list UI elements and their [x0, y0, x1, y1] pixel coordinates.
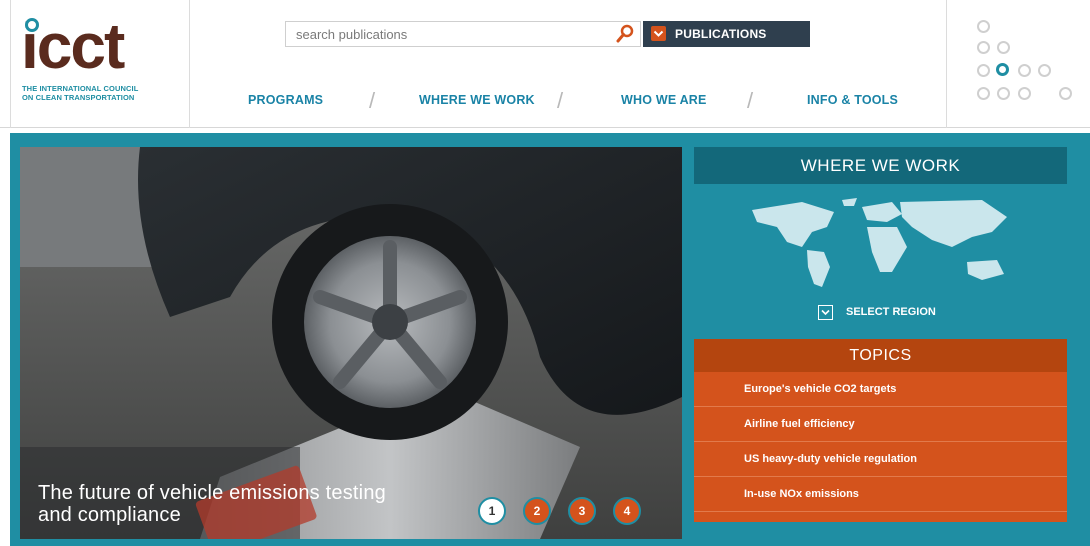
dot-icon: [1038, 64, 1051, 77]
logo-dot-icon: [25, 18, 39, 32]
nav-separator: /: [369, 88, 376, 113]
dot-icon: [977, 41, 990, 54]
site-header: icct THE INTERNATIONAL COUNCIL ON CLEAN …: [0, 0, 1090, 128]
nav-separator: /: [747, 88, 754, 113]
main-content: The future of vehicle emissions testing …: [10, 133, 1090, 546]
slide-button-1[interactable]: 1: [478, 497, 506, 525]
decorative-dots: [946, 0, 1090, 128]
dot-icon: [1059, 87, 1072, 100]
search-icon[interactable]: [614, 24, 636, 44]
search-box: [285, 21, 641, 47]
dot-icon: [977, 64, 990, 77]
slide-button-2[interactable]: 2: [523, 497, 551, 525]
logo-subtitle: THE INTERNATIONAL COUNCIL ON CLEAN TRANS…: [22, 84, 192, 102]
world-map-icon[interactable]: [742, 192, 1016, 292]
logo-subtitle-line1: THE INTERNATIONAL COUNCIL: [22, 84, 139, 93]
topics-panel: TOPICS Europe's vehicle CO2 targets Airl…: [694, 339, 1067, 522]
hero-caption-line1: The future of vehicle emissions testing: [38, 482, 386, 504]
publications-label: PUBLICATIONS: [675, 27, 767, 41]
search-input[interactable]: [286, 22, 616, 46]
hero-image: [20, 147, 682, 539]
topic-link[interactable]: Airline fuel efficiency: [694, 407, 1067, 442]
dot-icon: [977, 87, 990, 100]
nav-info-tools[interactable]: INFO & TOOLS: [807, 93, 898, 107]
dot-icon: [977, 20, 990, 33]
nav-who-we-are[interactable]: WHO WE ARE: [621, 93, 707, 107]
topic-link[interactable]: In-use NOx emissions: [694, 477, 1067, 512]
nav-where-we-work[interactable]: WHERE WE WORK: [419, 93, 535, 107]
chevron-down-icon: [651, 26, 666, 41]
logo[interactable]: icct THE INTERNATIONAL COUNCIL ON CLEAN …: [10, 0, 190, 128]
dot-icon: [1018, 87, 1031, 100]
dot-icon: [997, 41, 1010, 54]
nav-programs[interactable]: PROGRAMS: [248, 93, 323, 107]
hero-caption-line2: and compliance: [38, 504, 181, 526]
select-region-label: SELECT REGION: [846, 306, 936, 318]
chevron-down-icon: [818, 305, 833, 320]
dot-active-icon: [996, 63, 1009, 76]
logo-subtitle-line2: ON CLEAN TRANSPORTATION: [22, 93, 135, 102]
slide-button-4[interactable]: 4: [613, 497, 641, 525]
nav-separator: /: [557, 88, 564, 113]
topics-title: TOPICS: [694, 339, 1067, 372]
topic-link[interactable]: US heavy-duty vehicle regulation: [694, 442, 1067, 477]
dot-icon: [997, 87, 1010, 100]
slide-button-3[interactable]: 3: [568, 497, 596, 525]
where-we-work-title: WHERE WE WORK: [694, 147, 1067, 184]
publications-button[interactable]: PUBLICATIONS: [643, 21, 810, 47]
topic-link[interactable]: Europe's vehicle CO2 targets: [694, 372, 1067, 407]
dot-icon: [1018, 64, 1031, 77]
hero-slider[interactable]: The future of vehicle emissions testing …: [20, 147, 682, 539]
hero-caption[interactable]: The future of vehicle emissions testing …: [38, 482, 386, 526]
where-we-work-panel: WHERE WE WORK SELECT REGION: [694, 147, 1067, 337]
